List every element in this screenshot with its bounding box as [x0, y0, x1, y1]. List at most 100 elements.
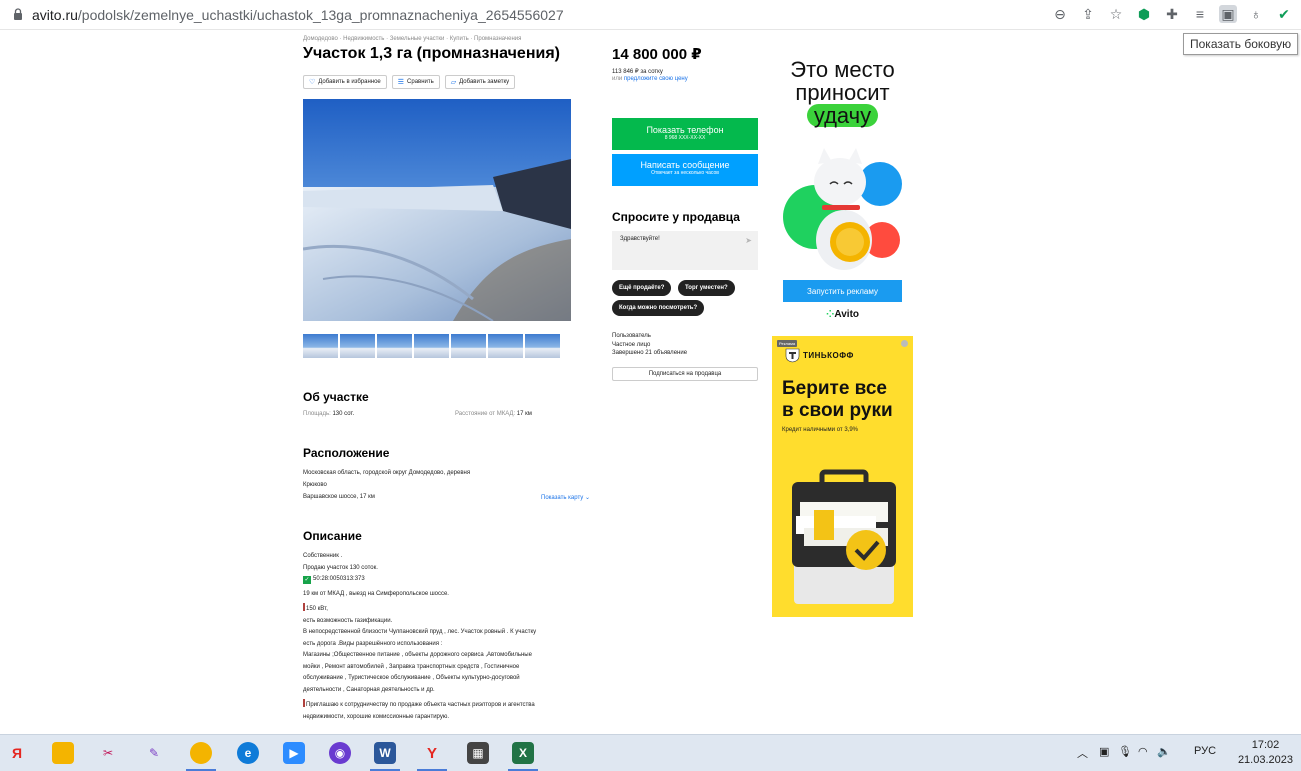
url-text[interactable]: avito.ru/podolsk/zemelnye_uchastki/uchas… — [32, 7, 564, 23]
extension-shield-icon[interactable]: ⬢ — [1135, 5, 1153, 23]
lucky-cat-icon — [783, 148, 902, 270]
seller-name[interactable]: Пользователь — [612, 332, 687, 341]
power-text: 150 кВт, — [306, 606, 328, 612]
playlist-icon[interactable]: ≡ — [1191, 5, 1209, 23]
side-panel-tooltip: Показать боковую — [1183, 33, 1299, 55]
yandex-browser-icon[interactable]: Я — [6, 742, 28, 764]
tinkoff-ad-banner[interactable]: Реклама ТИНЬКОФФ Берите все в свои руки … — [772, 336, 913, 617]
microphone-icon[interactable]: 🎙 — [1118, 745, 1132, 758]
description-line: Продаю участок 130 соток. — [303, 564, 378, 571]
cadastral-line: ✓ 50:28:0050313:373 — [303, 574, 598, 586]
mkad-info: Расстояние от МКАД: 17 км — [455, 411, 532, 417]
write-message-button[interactable]: Написать сообщение Отвечает за несколько… — [612, 154, 758, 186]
show-map-label: Показать карту — [541, 495, 584, 501]
price-offer-prefix: или — [612, 76, 623, 82]
ask-seller-heading: Спросите у продавца — [612, 210, 740, 224]
wifi-icon[interactable]: ◠ — [1138, 745, 1148, 758]
check-icon: ✓ — [303, 576, 311, 584]
description-text: Собственник . Продаю участок 130 соток. … — [303, 551, 598, 723]
offer-price-link[interactable]: предложите свою цену — [624, 76, 688, 82]
launch-ad-button[interactable]: Запустить рекламу — [783, 280, 902, 302]
add-note-button[interactable]: ▱ Добавить заметку — [444, 75, 516, 89]
ad-highlight: удачу — [806, 104, 879, 127]
message-input[interactable]: Здравствуйте! ➤ — [612, 231, 758, 270]
compare-icon: ☰ — [397, 79, 405, 86]
compare-button[interactable]: ☰ Сравнить — [391, 75, 440, 89]
speaker-icon[interactable]: 🔈 — [1157, 745, 1171, 758]
calculator-icon[interactable]: ▦ — [467, 742, 489, 764]
snipping-tool-icon[interactable]: ✂ — [97, 742, 119, 764]
add-favorite-button[interactable]: ♡ Добавить в избранное — [303, 75, 387, 89]
compare-label: Сравнить — [407, 79, 434, 85]
info-icon[interactable] — [901, 340, 908, 347]
avito-ad-banner[interactable]: Это место приносит удачу Запустить рекла… — [772, 45, 913, 330]
seller-info: Пользователь Частное лицо Завершено 21 о… — [612, 332, 687, 358]
puzzle-icon[interactable]: ✚ — [1163, 5, 1181, 23]
price: 14 800 000 ₽ — [612, 46, 702, 63]
location-heading: Расположение — [303, 446, 390, 460]
listing-actions: ♡ Добавить в избранное ☰ Сравнить ▱ Добавит… — [303, 75, 516, 89]
quick-question-chip[interactable]: Торг уместен? — [678, 280, 735, 296]
side-panel-icon[interactable]: ▣ — [1219, 5, 1237, 23]
thumbnail[interactable] — [377, 334, 412, 358]
excel-icon[interactable]: X — [512, 742, 534, 764]
add-favorite-label: Добавить в избранное — [318, 79, 381, 85]
zoom-icon[interactable]: ⊖ — [1051, 5, 1069, 23]
star-icon[interactable]: ☆ — [1107, 5, 1125, 23]
taskbar: Я ✂ ✎ e ▶ ◉ W Y ▦ X ︿ ▣ 🎙 ◠ 🔈 РУС 17:02 … — [0, 734, 1301, 771]
send-icon[interactable]: ➤ — [745, 236, 752, 245]
response-time: Отвечает за несколько часов — [651, 170, 719, 176]
quick-question-chip[interactable]: Ещё продаёте? — [612, 280, 672, 296]
ad-headline: Это место приносит удачу — [772, 58, 913, 127]
zoom-app-icon[interactable]: ▶ — [283, 742, 305, 764]
main-photo[interactable] — [303, 99, 571, 321]
avito-logo: ⁘Avito — [772, 309, 913, 320]
area-info: Площадь: 130 сот. — [303, 411, 354, 417]
description-line: мойки , Ремонт автомобилей , Заправка тр… — [303, 663, 520, 670]
show-map-link[interactable]: Показать карту ⌄ — [541, 494, 590, 501]
language-indicator[interactable]: РУС — [1194, 745, 1216, 757]
power-line: 150 кВт, — [303, 603, 598, 616]
word-icon[interactable]: W — [374, 742, 396, 764]
thumbnail[interactable] — [488, 334, 523, 358]
invite-text: Приглашаю к сотрудничеству по продаже об… — [306, 702, 535, 708]
phone-number: 8 968 XXX-XX-XX — [664, 135, 706, 141]
share-icon[interactable]: ⇪ — [1079, 5, 1097, 23]
thumbnail[interactable] — [340, 334, 375, 358]
profile-icon[interactable]: ♁ — [1247, 5, 1265, 23]
cadastral-number: 50:28:0050313:373 — [313, 576, 365, 582]
tray-device-icon[interactable]: ▣ — [1099, 745, 1109, 758]
ad-line: Это место — [790, 57, 895, 82]
file-explorer-icon[interactable] — [52, 742, 74, 764]
thumbnail[interactable] — [525, 334, 560, 358]
snow-field-photo — [303, 99, 571, 321]
tinkoff-brand: ТИНЬКОФФ — [803, 351, 854, 360]
show-phone-button[interactable]: Показать телефон 8 968 XXX-XX-XX — [612, 118, 758, 150]
subscribe-button[interactable]: Подписаться на продавца — [612, 367, 758, 381]
tinkoff-shield-icon — [785, 348, 800, 363]
breadcrumb[interactable]: Домодедово · Недвижимость · Земельные уч… — [303, 36, 521, 42]
add-note-label: Добавить заметку — [459, 79, 510, 85]
media-player-icon[interactable]: ◉ — [329, 742, 351, 764]
photo-thumbnails — [303, 334, 560, 358]
description-line: есть возможность газификации. — [303, 617, 393, 624]
address-bar[interactable]: avito.ru/podolsk/zemelnye_uchastki/uchas… — [0, 0, 1301, 30]
about-heading: Об участке — [303, 390, 369, 404]
quick-question-chip[interactable]: Когда можно посмотреть? — [612, 300, 705, 316]
note-icon: ▱ — [450, 79, 457, 86]
seller-completed: Завершено 21 объявление — [612, 350, 688, 356]
chrome-icon[interactable] — [190, 742, 212, 764]
mkad-label: Расстояние от МКАД: — [455, 411, 516, 417]
yandex-icon[interactable]: Y — [421, 742, 443, 764]
edge-icon[interactable]: e — [237, 742, 259, 764]
security-check-icon[interactable]: ✔ — [1275, 5, 1293, 23]
pen-icon[interactable]: ✎ — [143, 742, 165, 764]
tray-chevron-icon[interactable]: ︿ — [1077, 745, 1088, 761]
thumbnail[interactable] — [451, 334, 486, 358]
thumbnail[interactable] — [303, 334, 338, 358]
clock[interactable]: 17:02 21.03.2023 — [1238, 738, 1293, 768]
description-line: деятельности , Санаторная деятельность и… — [303, 686, 435, 693]
mark-icon — [303, 699, 305, 707]
show-phone-label: Показать телефон — [646, 125, 724, 135]
thumbnail[interactable] — [414, 334, 449, 358]
